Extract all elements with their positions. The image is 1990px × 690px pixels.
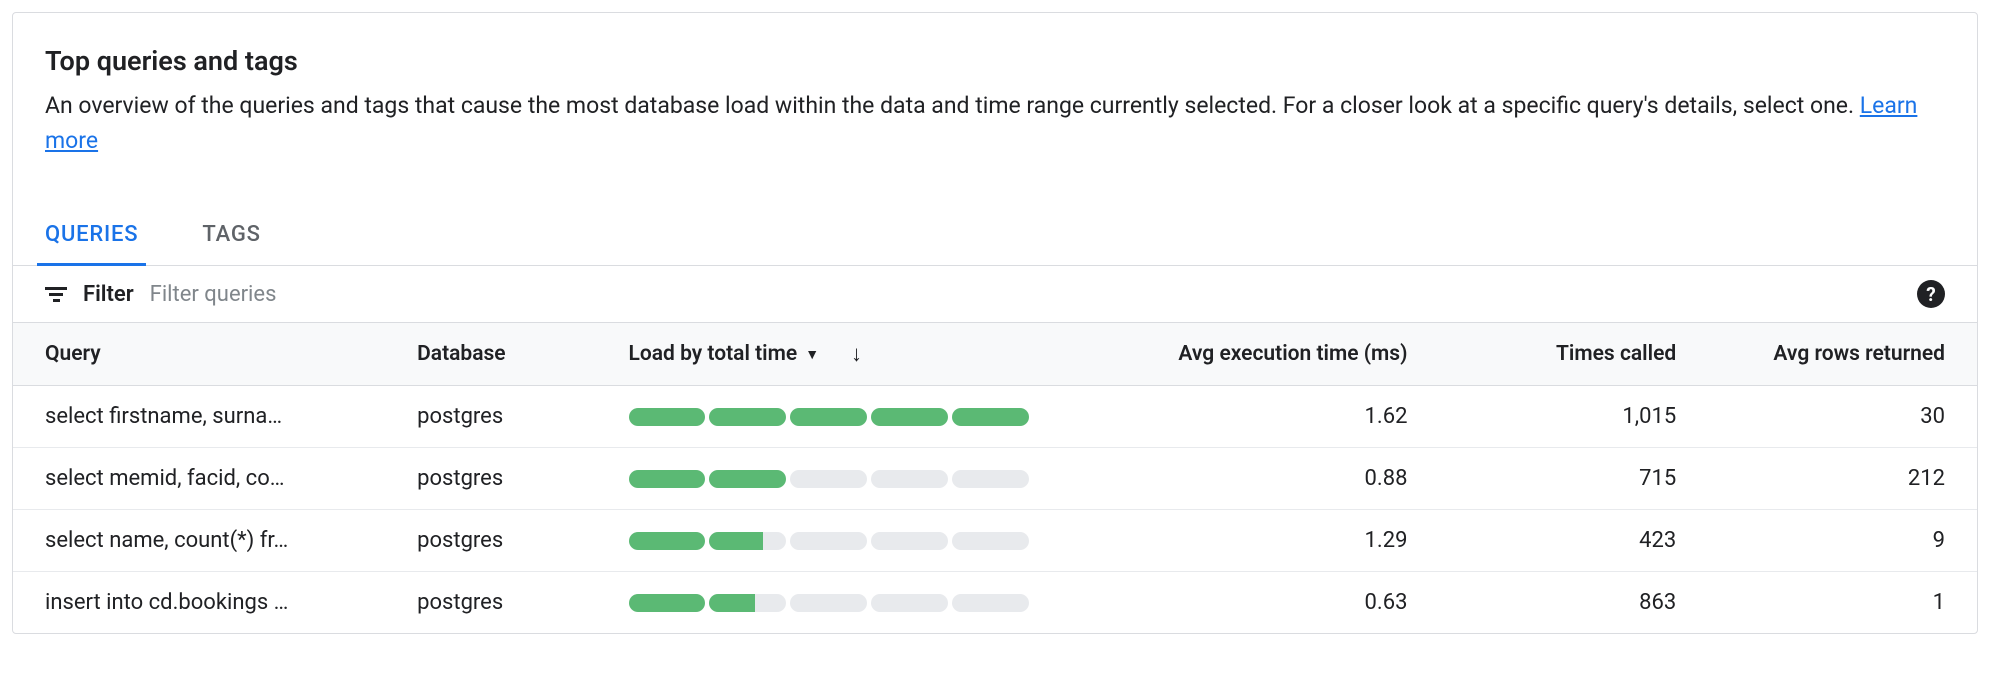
queries-table: Query Database Load by total time ▼ ↓ Av… [13, 323, 1977, 633]
cell-query: insert into cd.bookings … [13, 572, 385, 634]
load-bar [629, 470, 1029, 488]
cell-load [613, 510, 1088, 572]
cell-avg-exec: 0.63 [1088, 572, 1439, 634]
cell-query: select memid, facid, co… [13, 448, 385, 510]
cell-load [613, 572, 1088, 634]
cell-avg-rows: 1 [1708, 572, 1977, 634]
load-segment [790, 408, 867, 426]
cell-times-called: 1,015 [1439, 386, 1708, 448]
filter-label: Filter [83, 282, 134, 307]
panel-description: An overview of the queries and tags that… [45, 89, 1945, 158]
description-text: An overview of the queries and tags that… [45, 92, 1860, 119]
filter-input[interactable] [150, 282, 1901, 307]
load-segment [952, 408, 1029, 426]
load-bar [629, 594, 1029, 612]
col-header-database[interactable]: Database [385, 323, 612, 386]
col-header-times-called[interactable]: Times called [1439, 323, 1708, 386]
cell-times-called: 423 [1439, 510, 1708, 572]
cell-query: select firstname, surna… [13, 386, 385, 448]
cell-database: postgres [385, 448, 612, 510]
load-bar [629, 532, 1029, 550]
col-header-query[interactable]: Query [13, 323, 385, 386]
cell-avg-rows: 9 [1708, 510, 1977, 572]
cell-avg-rows: 212 [1708, 448, 1977, 510]
cell-database: postgres [385, 386, 612, 448]
panel-header: Top queries and tags An overview of the … [13, 13, 1977, 182]
panel-title: Top queries and tags [45, 45, 1945, 77]
cell-query: select name, count(*) fr… [13, 510, 385, 572]
tab-queries[interactable]: QUERIES [37, 206, 146, 266]
col-header-avg-exec[interactable]: Avg execution time (ms) [1088, 323, 1439, 386]
cell-times-called: 863 [1439, 572, 1708, 634]
load-segment [952, 532, 1029, 550]
cell-load [613, 448, 1088, 510]
cell-avg-rows: 30 [1708, 386, 1977, 448]
load-segment [790, 532, 867, 550]
load-segment [952, 470, 1029, 488]
filter-bar: Filter ? [13, 266, 1977, 323]
table-row[interactable]: select name, count(*) fr…postgres 1.29423… [13, 510, 1977, 572]
cell-avg-exec: 1.62 [1088, 386, 1439, 448]
col-header-load-label: Load by total time [629, 342, 798, 366]
top-queries-panel: Top queries and tags An overview of the … [12, 12, 1978, 634]
load-segment [629, 532, 706, 550]
load-segment [790, 470, 867, 488]
load-segment [871, 594, 948, 612]
load-segment [709, 594, 786, 612]
filter-icon [45, 287, 67, 302]
sort-direction-icon: ↓ [851, 341, 862, 367]
load-segment [629, 594, 706, 612]
load-bar [629, 408, 1029, 426]
load-segment [790, 594, 867, 612]
col-header-avg-rows[interactable]: Avg rows returned [1708, 323, 1977, 386]
table-row[interactable]: insert into cd.bookings …postgres 0.63863… [13, 572, 1977, 634]
col-header-load[interactable]: Load by total time ▼ ↓ [613, 323, 1088, 386]
load-segment [709, 532, 786, 550]
cell-avg-exec: 0.88 [1088, 448, 1439, 510]
sort-caret-icon: ▼ [805, 346, 819, 363]
load-segment [871, 408, 948, 426]
cell-database: postgres [385, 510, 612, 572]
table-header-row: Query Database Load by total time ▼ ↓ Av… [13, 323, 1977, 386]
tab-tags[interactable]: TAGS [194, 206, 268, 266]
load-segment [871, 532, 948, 550]
load-segment [629, 470, 706, 488]
load-segment [952, 594, 1029, 612]
cell-times-called: 715 [1439, 448, 1708, 510]
table-row[interactable]: select firstname, surna…postgres 1.621,01… [13, 386, 1977, 448]
cell-load [613, 386, 1088, 448]
tabs-bar: QUERIES TAGS [13, 206, 1977, 266]
cell-database: postgres [385, 572, 612, 634]
cell-avg-exec: 1.29 [1088, 510, 1439, 572]
load-segment [871, 470, 948, 488]
load-segment [629, 408, 706, 426]
load-segment [709, 408, 786, 426]
help-icon[interactable]: ? [1917, 280, 1945, 308]
table-row[interactable]: select memid, facid, co…postgres 0.887152… [13, 448, 1977, 510]
load-segment [709, 470, 786, 488]
